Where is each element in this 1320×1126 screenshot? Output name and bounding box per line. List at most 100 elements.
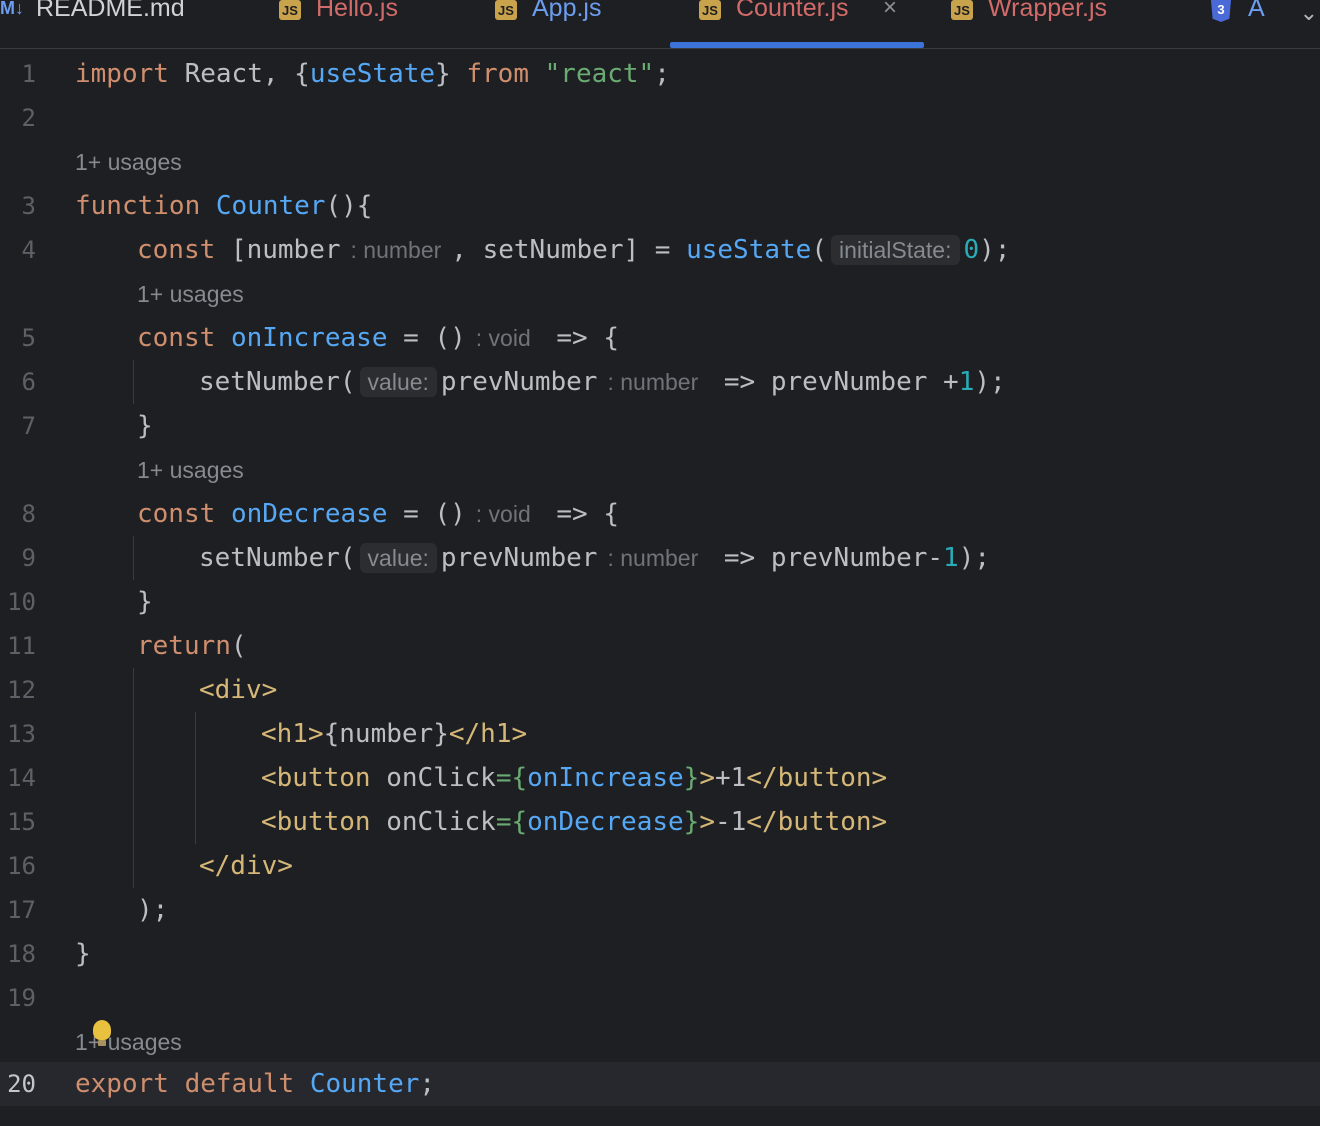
line-number: 5 xyxy=(21,324,36,352)
identifier: onDecrease xyxy=(527,807,684,837)
code-line-11: return( xyxy=(137,624,247,668)
code-text: setNumber( xyxy=(199,543,356,573)
type-hint: : number xyxy=(607,545,699,571)
line-number: 11 xyxy=(7,632,36,660)
markdown-icon: M↓ xyxy=(0,0,24,18)
code-text: {number} xyxy=(323,719,449,749)
line-number: 17 xyxy=(7,896,36,924)
code-text: -1 xyxy=(714,807,747,837)
code-text: prevNumber xyxy=(440,367,598,397)
code-text: setNumber( xyxy=(199,367,356,397)
close-icon[interactable]: × xyxy=(883,0,897,20)
line-number: 4 xyxy=(21,236,36,264)
keyword: const xyxy=(137,235,216,265)
code-text: = xyxy=(495,763,512,793)
line-number: 15 xyxy=(7,808,36,836)
chevron-down-icon[interactable]: ⌄ xyxy=(1300,0,1318,26)
line-number: 7 xyxy=(21,412,36,440)
code-text: ); xyxy=(958,543,991,573)
js-file-icon: JS xyxy=(699,0,721,20)
identifier: useState xyxy=(309,59,436,89)
code-text: ( xyxy=(811,235,827,265)
keyword: from xyxy=(466,59,529,89)
function-name: onDecrease xyxy=(230,499,388,529)
jsx-tag: </h1> xyxy=(448,719,528,749)
code-text: => prevNumber- xyxy=(708,543,944,573)
line-number: 6 xyxy=(21,368,36,396)
code-line-20: export default Counter; xyxy=(75,1062,435,1106)
type-hint: : number xyxy=(607,369,699,395)
usages-hint[interactable]: 1+ usages xyxy=(75,140,182,184)
code-text: (){ xyxy=(325,191,373,221)
identifier: useState xyxy=(686,235,812,265)
line-number: 12 xyxy=(7,676,36,704)
function-name: onIncrease xyxy=(230,323,388,353)
code-line-3: function Counter(){ xyxy=(75,184,372,228)
type-hint: : void xyxy=(475,501,531,527)
code-text: } xyxy=(683,763,700,793)
editor-tab-bar: M↓ README.md JS Hello.js JS App.js JS Co… xyxy=(0,0,1320,49)
jsx-attribute: onClick xyxy=(370,763,496,793)
jsx-tag: <button xyxy=(261,807,371,837)
jsx-attribute: onClick xyxy=(370,807,496,837)
function-name: Counter xyxy=(215,191,326,221)
identifier: Counter xyxy=(309,1069,420,1099)
code-text: ( xyxy=(230,631,247,661)
line-number: 8 xyxy=(21,500,36,528)
code-line-5: const onIncrease = (): void => { xyxy=(137,316,619,360)
jsx-tag: > xyxy=(699,807,715,837)
lightbulb-icon[interactable] xyxy=(93,1020,111,1046)
jsx-tag: > xyxy=(699,763,715,793)
keyword: const xyxy=(137,499,216,529)
usages-hint[interactable]: 1+ usages xyxy=(137,272,244,316)
usages-hint[interactable]: 1+ usages xyxy=(75,1020,182,1064)
tab-label: Hello.js xyxy=(316,0,398,22)
number-literal: 1 xyxy=(958,367,975,397)
js-file-icon: JS xyxy=(951,0,973,20)
code-text: , setNumber] = xyxy=(451,235,687,265)
line-number: 16 xyxy=(7,852,36,880)
tab-label: App.js xyxy=(532,0,602,22)
usages-hint[interactable]: 1+ usages xyxy=(137,448,244,492)
line-number: 14 xyxy=(7,764,36,792)
code-text: ); xyxy=(974,367,1006,397)
jsx-tag: </button> xyxy=(746,763,888,793)
indent-guide xyxy=(195,712,196,844)
code-line-1: import React, {useState} from "react"; xyxy=(75,52,670,96)
code-line-15: <button onClick={onDecrease}>-1</button> xyxy=(261,800,887,844)
code-line-17: ); xyxy=(137,895,169,925)
parameter-hint: value: xyxy=(359,543,437,573)
code-text: ; xyxy=(419,1069,436,1099)
code-text: { xyxy=(511,763,528,793)
code-text: } xyxy=(683,807,700,837)
type-hint: : number xyxy=(350,237,442,263)
code-text: => { xyxy=(540,499,620,529)
line-number-current: 20 xyxy=(7,1070,36,1098)
jsx-tag: <h1> xyxy=(261,719,324,749)
code-line-13: <h1>{number}</h1> xyxy=(261,712,527,756)
keyword: function xyxy=(75,191,201,221)
code-text: ; xyxy=(654,59,670,89)
code-line-14: <button onClick={onIncrease}>+1</button> xyxy=(261,756,887,800)
jsx-tag: <button xyxy=(261,763,371,793)
string-literal: "react" xyxy=(544,59,655,89)
jsx-tag: </button> xyxy=(746,807,888,837)
js-file-icon: JS xyxy=(495,0,517,20)
code-text: = xyxy=(495,807,512,837)
code-line-8: const onDecrease = (): void => { xyxy=(137,492,619,536)
code-text: } xyxy=(435,59,467,89)
keyword: import xyxy=(75,59,169,89)
number-literal: 1 xyxy=(943,543,959,573)
code-line-6: setNumber(value: prevNumber : number => pr… xyxy=(199,360,1006,404)
js-file-icon: JS xyxy=(279,0,301,20)
code-line-4: const [number: number , setNumber] = useS… xyxy=(137,228,1010,272)
parameter-hint: value: xyxy=(359,367,437,397)
tab-label: A xyxy=(1248,0,1265,22)
code-text: => prevNumber + xyxy=(708,367,959,397)
code-editor[interactable]: 1 2 3 4 5 6 7 8 9 10 11 12 13 14 15 16 1… xyxy=(0,48,1320,1126)
indent-guide xyxy=(133,360,134,404)
code-line-16: </div> xyxy=(199,851,293,881)
